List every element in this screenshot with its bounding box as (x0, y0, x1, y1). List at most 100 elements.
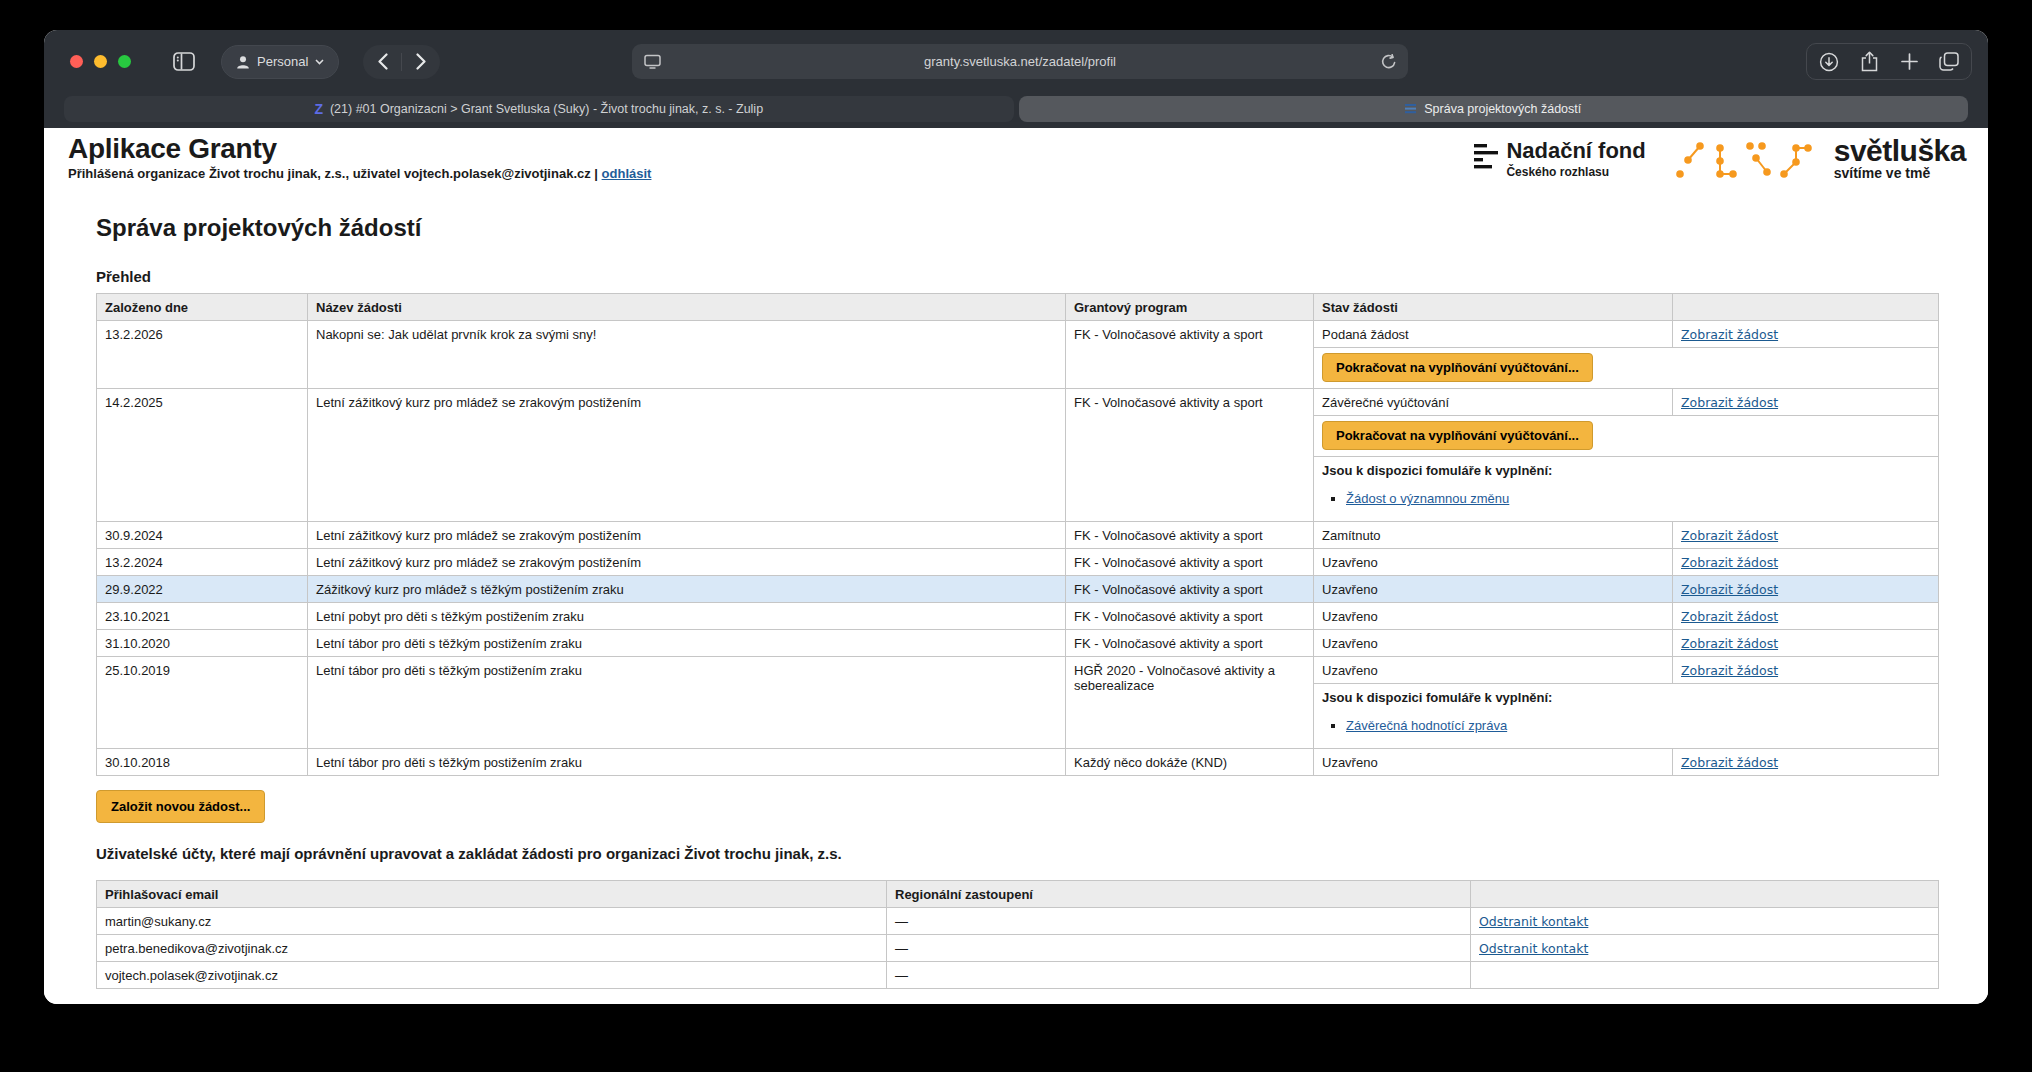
user-region: — (887, 962, 1471, 989)
cesky-rozhlas-icon (1474, 140, 1498, 174)
application-status: Uzavřeno (1314, 630, 1673, 657)
application-forms-cell: Jsou k dispozici fomuláře k vyplnění:Žád… (1314, 457, 1939, 522)
logout-link[interactable]: odhlásit (602, 166, 652, 181)
user-row: vojtech.polasek@zivotjinak.cz— (97, 962, 1939, 989)
application-status: Závěrečné vyúčtování (1314, 389, 1673, 416)
application-row: 13.2.2024Letní zážitkový kurz pro mládež… (97, 549, 1939, 576)
forms-list: Žádost o významnou změnu (1346, 490, 1930, 507)
application-row: 25.10.2019Letní tábor pro děti s těžkým … (97, 657, 1939, 684)
sidebar-toggle-button[interactable] (173, 52, 195, 71)
address-bar[interactable]: granty.svetluska.net/zadatel/profil (632, 44, 1408, 79)
svetluska-subtitle: svítíme ve tmě (1834, 165, 1966, 181)
application-date: 14.2.2025 (97, 389, 308, 522)
continue-settlement-button[interactable]: Pokračovat na vyplňování vyúčtování... (1322, 421, 1593, 450)
web-page: Aplikace Granty Přihlášená organizace Ži… (44, 128, 1988, 1004)
application-program: FK - Volnočasové aktivity a sport (1066, 389, 1314, 522)
browser-toolbar: Personal granty.svetluska.net/zadatel/pr… (44, 30, 1988, 93)
zulip-favicon: Z (314, 101, 323, 117)
tab-bar: Z (21) #01 Organizacni > Grant Svetluska… (44, 93, 1988, 128)
user-email: vojtech.polasek@zivotjinak.cz (97, 962, 887, 989)
tab-zulip[interactable]: Z (21) #01 Organizacni > Grant Svetluska… (64, 96, 1014, 122)
application-row: 31.10.2020Letní tábor pro děti s těžkým … (97, 630, 1939, 657)
application-program: HGŘ 2020 - Volnočasové aktivity a sebere… (1066, 657, 1314, 749)
close-window-button[interactable] (70, 55, 83, 68)
view-application-link[interactable]: Zobrazit žádost (1681, 555, 1778, 570)
application-button-cell: Pokračovat na vyplňování vyúčtování... (1314, 416, 1939, 457)
profile-menu-button[interactable]: Personal (221, 45, 339, 79)
application-row: 23.10.2021Letní pobyt pro děti s těžkým … (97, 603, 1939, 630)
minimize-window-button[interactable] (94, 55, 107, 68)
back-button[interactable] (363, 45, 401, 79)
application-status: Uzavřeno (1314, 749, 1673, 776)
user-email: martin@sukany.cz (97, 908, 887, 935)
reload-icon[interactable] (1381, 54, 1397, 70)
application-actions: Zobrazit žádost (1673, 576, 1939, 603)
application-row-group: 30.10.2018Letní tábor pro děti s těžkým … (97, 749, 1939, 776)
overview-heading: Přehled (96, 268, 1938, 285)
application-name: Letní zážitkový kurz pro mládež se zrako… (308, 522, 1066, 549)
view-application-link[interactable]: Zobrazit žádost (1681, 755, 1778, 770)
application-row: 29.9.2022Zážitkový kurz pro mládež s těž… (97, 576, 1939, 603)
application-name: Letní pobyt pro děti s těžkým postižením… (308, 603, 1066, 630)
application-name: Nakopni se: Jak udělat prvník krok za sv… (308, 321, 1066, 389)
nadacni-fond-subtitle: Českého rozhlasu (1506, 165, 1645, 179)
application-name: Letní zážitkový kurz pro mládež se zrako… (308, 389, 1066, 522)
users-heading: Uživatelské účty, které mají oprávnění u… (96, 845, 1938, 862)
view-application-link[interactable]: Zobrazit žádost (1681, 582, 1778, 597)
application-name: Letní tábor pro děti s těžkým postižením… (308, 657, 1066, 749)
col-header-email: Přihlašovací email (97, 881, 887, 908)
application-program: Každý něco dokáže (KND) (1066, 749, 1314, 776)
form-link[interactable]: Žádost o významnou změnu (1346, 491, 1509, 506)
forms-list-item: Žádost o významnou změnu (1346, 490, 1930, 507)
application-date: 29.9.2022 (97, 576, 308, 603)
page-settings-icon[interactable] (644, 54, 661, 69)
application-name: Zážitkový kurz pro mládež s těžkým posti… (308, 576, 1066, 603)
application-actions: Zobrazit žádost (1673, 657, 1939, 684)
col-header-user-actions (1471, 881, 1939, 908)
tab-title: (21) #01 Organizacni > Grant Svetluska (… (330, 102, 763, 116)
navigation-buttons (363, 45, 440, 79)
application-date: 31.10.2020 (97, 630, 308, 657)
new-application-button[interactable]: Založit novou žádost... (96, 790, 265, 823)
view-application-link[interactable]: Zobrazit žádost (1681, 609, 1778, 624)
toolbar-right-buttons (1806, 43, 1972, 80)
continue-settlement-button[interactable]: Pokračovat na vyplňování vyúčtování... (1322, 353, 1593, 382)
zoom-window-button[interactable] (118, 55, 131, 68)
share-button[interactable] (1851, 47, 1887, 77)
form-link[interactable]: Závěrečná hodnotící zpráva (1346, 718, 1507, 733)
user-row: martin@sukany.cz— Odstranit kontakt (97, 908, 1939, 935)
downloads-button[interactable] (1811, 47, 1847, 77)
remove-contact-link[interactable]: Odstranit kontakt (1479, 914, 1588, 929)
application-date: 25.10.2019 (97, 657, 308, 749)
users-table-header-row: Přihlašovací email Regionální zastoupení (97, 881, 1939, 908)
tab-title: Správa projektových žádostí (1424, 102, 1581, 116)
view-application-link[interactable]: Zobrazit žádost (1681, 663, 1778, 678)
remove-contact-link[interactable]: Odstranit kontakt (1479, 941, 1588, 956)
application-row-group: 30.9.2024Letní zážitkový kurz pro mládež… (97, 522, 1939, 549)
application-row-group: 31.10.2020Letní tábor pro děti s těžkým … (97, 630, 1939, 657)
svetluska-logo: světluška svítíme ve tmě (1672, 136, 1966, 182)
user-region: — (887, 908, 1471, 935)
application-name: Letní tábor pro děti s těžkým postižením… (308, 749, 1066, 776)
svetluska-title: světluška (1834, 137, 1966, 166)
view-application-link[interactable]: Zobrazit žádost (1681, 636, 1778, 651)
application-name: Letní tábor pro děti s těžkým postižením… (308, 630, 1066, 657)
application-row-group: 14.2.2025Letní zážitkový kurz pro mládež… (97, 389, 1939, 522)
application-status: Zamítnuto (1314, 522, 1673, 549)
view-application-link[interactable]: Zobrazit žádost (1681, 327, 1778, 342)
user-actions (1471, 962, 1939, 989)
forward-button[interactable] (402, 45, 440, 79)
person-icon (236, 55, 250, 69)
svetluska-dots-icon (1672, 136, 1822, 182)
tab-overview-button[interactable] (1931, 47, 1967, 77)
application-program: FK - Volnočasové aktivity a sport (1066, 603, 1314, 630)
application-row-group: 23.10.2021Letní pobyt pro děti s těžkým … (97, 603, 1939, 630)
application-button-cell: Pokračovat na vyplňování vyúčtování... (1314, 348, 1939, 389)
view-application-link[interactable]: Zobrazit žádost (1681, 395, 1778, 410)
application-status: Uzavřeno (1314, 549, 1673, 576)
view-application-link[interactable]: Zobrazit žádost (1681, 528, 1778, 543)
page-title: Správa projektových žádostí (96, 214, 1938, 242)
new-tab-button[interactable] (1891, 47, 1927, 77)
application-row-group: 13.2.2024Letní zážitkový kurz pro mládež… (97, 549, 1939, 576)
tab-sprava-zadosti[interactable]: Správa projektových žádostí (1019, 96, 1969, 122)
